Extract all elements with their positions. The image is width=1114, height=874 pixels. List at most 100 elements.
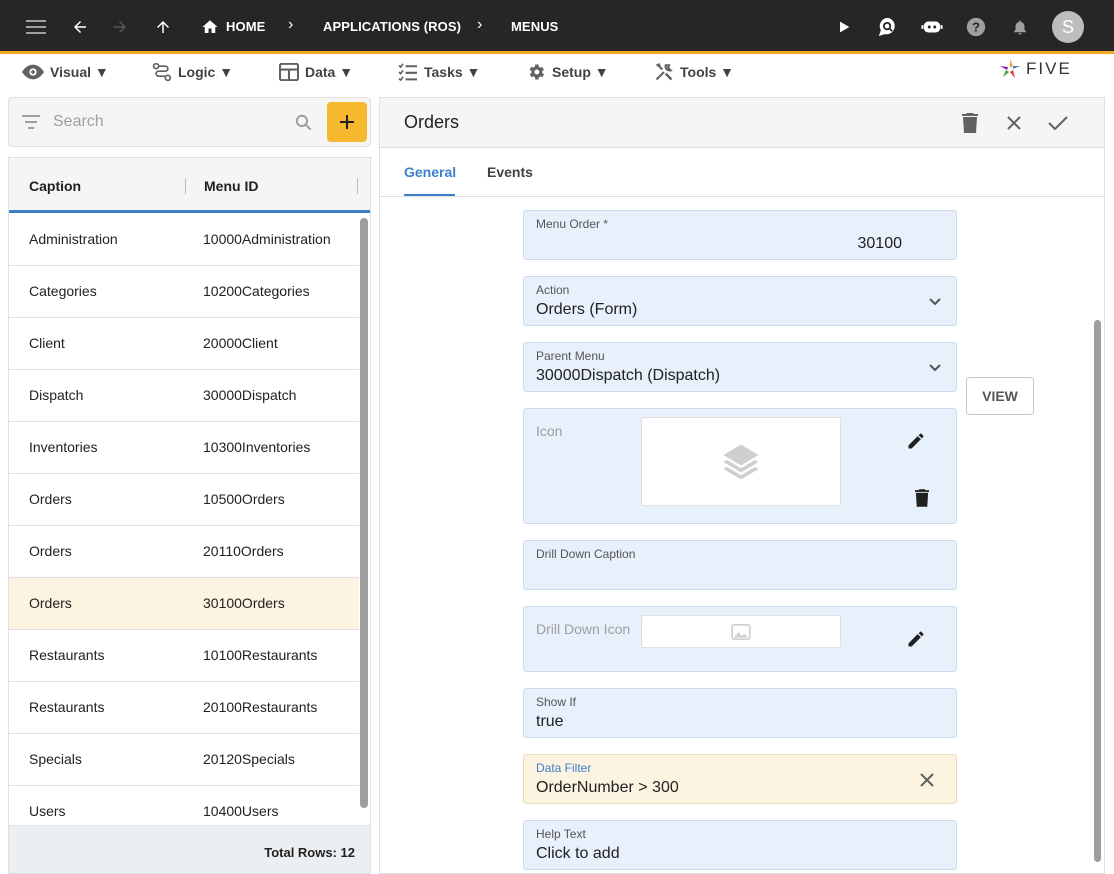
checkmark-save-icon[interactable] <box>1046 111 1070 135</box>
show-if-field[interactable]: Show If true <box>523 688 957 738</box>
up-arrow-icon[interactable] <box>149 13 177 41</box>
data-filter-value[interactable]: OrderNumber > 300 <box>536 779 679 797</box>
table-row[interactable]: Restaurants 10100Restaurants <box>9 630 359 682</box>
breadcrumb-applications[interactable]: APPLICATIONS (ROS) <box>323 19 461 34</box>
help-text-field[interactable]: Help Text Click to add <box>523 820 957 870</box>
table-row[interactable]: Client 20000Client <box>9 318 359 370</box>
filter-icon[interactable] <box>22 114 40 130</box>
action-select[interactable]: Action Orders (Form) <box>523 276 957 326</box>
cell-caption: Orders <box>29 491 72 507</box>
cell-menu-id: 20100Restaurants <box>203 699 318 715</box>
menu-logic-label: Logic ▼ <box>178 64 234 80</box>
help-text-label: Help Text <box>536 827 586 841</box>
user-avatar[interactable]: S <box>1052 11 1084 43</box>
data-filter-field[interactable]: Data Filter OrderNumber > 300 <box>523 754 957 804</box>
tools-icon <box>655 63 673 81</box>
menus-table: Caption Menu ID Administration 10000Admin… <box>8 157 371 874</box>
notification-bell-icon[interactable] <box>1006 13 1034 41</box>
form-tabs: General Events <box>380 148 1104 197</box>
action-value: Orders (Form) <box>536 301 638 318</box>
menu-data[interactable]: Data ▼ <box>279 61 353 83</box>
cell-caption: Restaurants <box>29 699 105 715</box>
table-row[interactable]: Restaurants 20100Restaurants <box>9 682 359 734</box>
menu-order-field[interactable]: Menu Order * 30100 <box>523 210 957 260</box>
menu-data-label: Data ▼ <box>305 64 354 80</box>
cell-caption: Client <box>29 335 65 351</box>
cell-caption: Administration <box>29 231 118 247</box>
chevron-right-icon: › <box>288 16 294 33</box>
delete-icon[interactable] <box>915 489 929 512</box>
menu-logic[interactable]: Logic ▼ <box>152 61 233 83</box>
cell-menu-id: 10100Restaurants <box>203 647 318 663</box>
help-icon[interactable]: ? <box>962 13 990 41</box>
column-header-caption[interactable]: Caption <box>29 178 81 194</box>
menu-tasks-label: Tasks ▼ <box>424 64 481 80</box>
play-icon[interactable] <box>830 13 858 41</box>
drill-down-icon-preview <box>641 615 841 648</box>
table-row[interactable]: Categories 10200Categories <box>9 266 359 318</box>
cell-menu-id: 10500Orders <box>203 491 285 507</box>
show-if-value[interactable]: true <box>536 713 564 731</box>
home-icon[interactable] <box>196 13 224 41</box>
drill-down-caption-field[interactable]: Drill Down Caption <box>523 540 957 590</box>
breadcrumb-home[interactable]: HOME <box>226 19 265 34</box>
menu-tasks[interactable]: Tasks ▼ <box>398 61 480 83</box>
edit-pencil-icon[interactable] <box>906 431 926 456</box>
menu-setup[interactable]: Setup ▼ <box>526 61 609 83</box>
plus-icon <box>340 115 354 129</box>
icon-preview <box>641 417 841 506</box>
parent-menu-label: Parent Menu <box>536 349 605 363</box>
form-scrollbar[interactable] <box>1094 320 1101 862</box>
active-tab-indicator <box>404 194 455 196</box>
list-scrollbar[interactable] <box>360 218 368 808</box>
form-title: Orders <box>404 112 460 132</box>
table-body: Administration 10000Administration Categor… <box>9 214 359 838</box>
search-chat-icon[interactable] <box>874 13 902 41</box>
parent-menu-select[interactable]: Parent Menu 30000Dispatch (Dispatch) <box>523 342 957 392</box>
cell-menu-id: 20110Orders <box>203 543 284 559</box>
table-row[interactable]: Orders 30100Orders <box>9 578 359 630</box>
table-header: Caption Menu ID <box>9 158 370 213</box>
cell-caption: Restaurants <box>29 647 105 663</box>
menu-tools[interactable]: Tools ▼ <box>654 61 734 83</box>
checklist-icon <box>398 63 417 81</box>
hamburger-menu-icon[interactable] <box>22 13 50 41</box>
back-arrow-icon[interactable] <box>66 13 94 41</box>
view-button[interactable]: VIEW <box>966 377 1034 415</box>
close-icon[interactable] <box>1002 111 1026 135</box>
table-row[interactable]: Inventories 10300Inventories <box>9 422 359 474</box>
edit-pencil-icon[interactable] <box>906 629 926 654</box>
help-text-value[interactable]: Click to add <box>536 845 620 863</box>
menus-list-panel: Search Caption Menu ID Administration 100… <box>8 97 371 874</box>
icon-label: Icon <box>536 423 563 439</box>
tab-events[interactable]: Events <box>487 164 533 180</box>
menu-visual[interactable]: Visual ▼ <box>22 61 109 83</box>
column-divider[interactable] <box>185 178 186 194</box>
delete-icon[interactable] <box>958 111 982 135</box>
menu-order-value[interactable]: 30100 <box>858 235 903 253</box>
main-menu-bar: Visual ▼ Logic ▼ Data ▼ Tasks ▼ Setup ▼ … <box>0 54 1114 90</box>
svg-text:?: ? <box>972 20 980 35</box>
chevron-down-icon[interactable] <box>926 293 944 311</box>
cell-menu-id: 20120Specials <box>203 751 295 767</box>
table-row[interactable]: Orders 20110Orders <box>9 526 359 578</box>
table-row[interactable]: Dispatch 30000Dispatch <box>9 370 359 422</box>
show-if-label: Show If <box>536 695 577 709</box>
breadcrumb-menus: MENUS <box>511 19 559 34</box>
column-divider[interactable] <box>357 178 358 194</box>
five-logo-mark-icon <box>1000 59 1020 78</box>
column-header-menu-id[interactable]: Menu ID <box>204 178 258 194</box>
add-button[interactable] <box>327 102 367 142</box>
cell-menu-id: 20000Client <box>203 335 278 351</box>
tab-general[interactable]: General <box>404 164 456 180</box>
chevron-down-icon[interactable] <box>926 359 944 377</box>
cell-menu-id: 30000Dispatch <box>203 387 297 403</box>
assistant-bot-icon[interactable] <box>918 13 946 41</box>
search-icon[interactable] <box>294 113 313 132</box>
search-input[interactable]: Search <box>53 113 104 131</box>
clear-icon[interactable] <box>918 771 936 789</box>
table-row[interactable]: Administration 10000Administration <box>9 214 359 266</box>
table-row[interactable]: Specials 20120Specials <box>9 734 359 786</box>
top-app-bar: HOME › APPLICATIONS (ROS) › MENUS ? S <box>0 0 1114 54</box>
table-row[interactable]: Orders 10500Orders <box>9 474 359 526</box>
